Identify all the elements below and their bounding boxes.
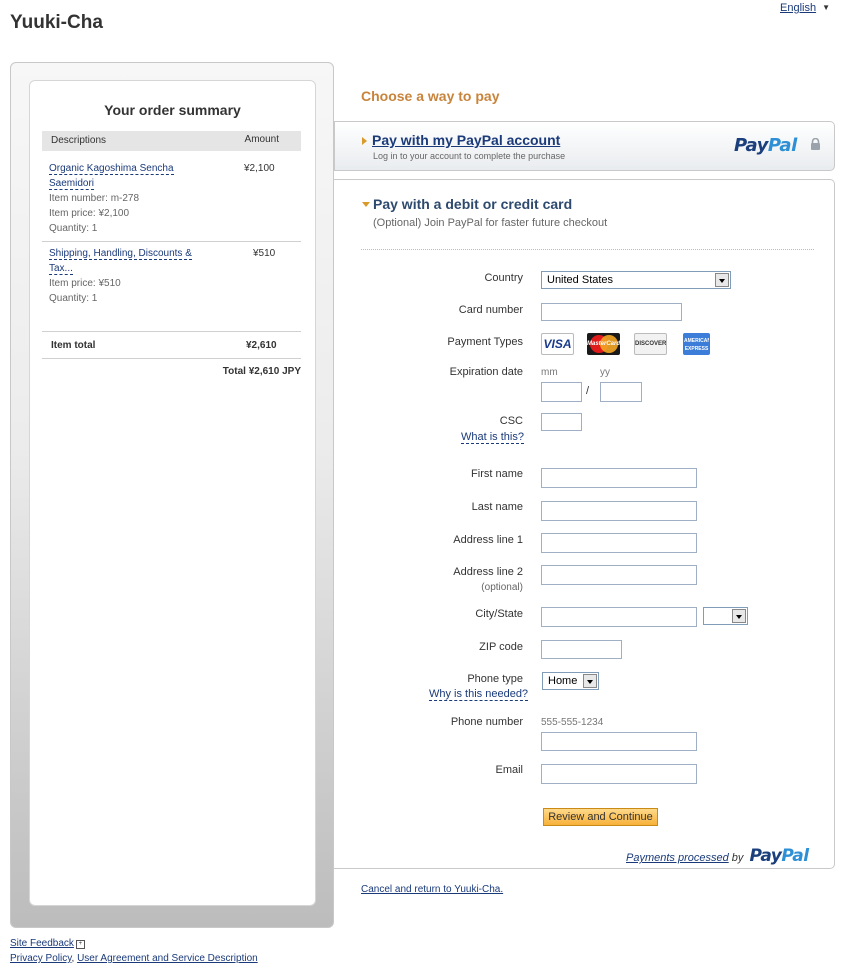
last-name-label: Last name	[471, 501, 523, 513]
payment-types-label: Payment Types	[447, 336, 523, 348]
pay-with-card-title[interactable]: Pay with a debit or credit card	[373, 196, 572, 212]
item-total-value: ¥2,610	[246, 340, 277, 351]
phone-number-input[interactable]	[541, 732, 697, 751]
card-number-input[interactable]	[541, 303, 682, 321]
phone-type-select[interactable]: Home	[542, 672, 599, 690]
item-amount: ¥510	[253, 248, 276, 259]
caret-right-icon	[362, 137, 367, 145]
address-line-2-optional: (optional)	[481, 582, 523, 593]
mastercard-icon: MasterCard	[587, 333, 620, 355]
item-quantity: Quantity: 1	[49, 223, 98, 234]
divider	[361, 249, 814, 250]
email-label: Email	[495, 764, 523, 776]
legal-links: Privacy Policy, User Agreement and Servi…	[10, 953, 258, 964]
state-select[interactable]	[703, 607, 748, 625]
card-number-label: Card number	[458, 304, 523, 316]
last-name-input[interactable]	[541, 501, 697, 521]
caret-down-icon	[362, 202, 370, 207]
phone-number-label: Phone number	[450, 716, 523, 728]
item-price: Item price: ¥2,100	[49, 208, 130, 219]
by-text: by	[731, 852, 744, 864]
site-feedback-link[interactable]: Site Feedback	[10, 938, 74, 949]
item-name-link[interactable]: Saemidori	[49, 178, 95, 190]
merchant-name: Yuuki-Cha	[10, 12, 103, 33]
chevron-down-icon[interactable]: ▼	[822, 3, 830, 12]
chevron-down-icon[interactable]	[732, 609, 746, 623]
paypal-option-subtitle: Log in to your account to complete the p…	[373, 151, 566, 161]
card-option-subtitle: (Optional) Join PayPal for faster future…	[373, 217, 608, 229]
zip-code-input[interactable]	[541, 640, 622, 659]
country-label: Country	[484, 272, 523, 284]
city-input[interactable]	[541, 607, 697, 627]
order-summary-title: Your order summary	[104, 102, 241, 118]
phone-type-label: Phone type	[467, 673, 523, 685]
order-total: Total ¥2,610 JPY	[222, 366, 301, 377]
address-line-2-input[interactable]	[541, 565, 697, 585]
csc-label: CSC	[499, 415, 523, 427]
first-name-input[interactable]	[541, 468, 697, 488]
chevron-down-icon[interactable]	[715, 273, 729, 287]
list-item: Shipping, Handling, Discounts & Tax... I…	[49, 246, 249, 306]
yy-hint: yy	[600, 367, 610, 378]
lock-icon	[811, 138, 820, 150]
item-number: Item number: m-278	[49, 193, 140, 204]
expiration-year-input[interactable]	[600, 382, 642, 402]
csc-input[interactable]	[541, 413, 582, 431]
payments-processed-footer: Payments processed by PayPal	[626, 846, 809, 866]
separator: ,	[71, 953, 75, 964]
address-line-1-input[interactable]	[541, 533, 697, 553]
divider	[42, 331, 301, 332]
amex-icon: AMERICAN EXPRESS	[683, 333, 710, 355]
pay-with-paypal-link[interactable]: Pay with my PayPal account	[372, 132, 560, 148]
amount-column-header: Amount	[244, 134, 279, 145]
list-item: Organic Kagoshima Sencha Saemidori Item …	[49, 161, 249, 236]
phone-number-hint: 555-555-1234	[541, 717, 604, 728]
item-quantity: Quantity: 1	[49, 293, 98, 304]
item-name-link[interactable]: Shipping, Handling, Discounts &	[49, 248, 192, 260]
descriptions-column-header: Descriptions	[51, 135, 107, 146]
item-total-label: Item total	[51, 340, 96, 351]
language-link[interactable]: English	[780, 2, 816, 14]
email-input[interactable]	[541, 764, 697, 784]
privacy-policy-link[interactable]: Privacy Policy	[10, 953, 72, 964]
feedback-icon[interactable]: +	[75, 940, 85, 949]
payments-processed-link[interactable]: Payments processed	[626, 852, 729, 864]
divider	[42, 358, 301, 359]
country-select[interactable]: United States	[541, 271, 731, 289]
user-agreement-link[interactable]: User Agreement and Service Description	[77, 953, 258, 964]
country-value: United States	[547, 274, 614, 286]
item-amount: ¥2,100	[244, 163, 275, 174]
item-name-link[interactable]: Organic Kagoshima Sencha	[49, 163, 174, 175]
review-and-continue-button[interactable]: Review and Continue	[543, 808, 658, 826]
csc-help-link[interactable]: What is this?	[461, 431, 524, 444]
choose-payment-title: Choose a way to pay	[361, 88, 500, 104]
phone-type-help-link[interactable]: Why is this needed?	[429, 688, 529, 701]
item-name-link[interactable]: Tax...	[49, 263, 73, 275]
expiration-month-input[interactable]	[541, 382, 582, 402]
visa-icon: VISA	[541, 333, 574, 355]
paypal-logo: PayPal	[749, 846, 809, 866]
zip-code-label: ZIP code	[479, 641, 523, 653]
language-selector[interactable]: English ▼	[780, 2, 830, 14]
address-line-1-label: Address line 1	[453, 534, 523, 546]
discover-icon: DISCOVER	[634, 333, 667, 355]
site-feedback: Site Feedback +	[10, 938, 85, 949]
summary-table-header: Descriptions Amount	[42, 131, 301, 151]
expiration-separator: /	[586, 385, 590, 397]
cancel-and-return-link[interactable]: Cancel and return to Yuuki-Cha.	[361, 884, 503, 895]
phone-type-value: Home	[548, 675, 578, 687]
paypal-logo: PayPal	[734, 135, 797, 156]
city-state-label: City/State	[475, 608, 523, 620]
item-price: Item price: ¥510	[49, 278, 121, 289]
mm-hint: mm	[541, 367, 558, 378]
chevron-down-icon[interactable]	[583, 674, 597, 688]
address-line-2-label: Address line 2	[453, 566, 523, 578]
expiration-label: Expiration date	[449, 366, 523, 378]
divider	[42, 241, 301, 242]
first-name-label: First name	[471, 468, 523, 480]
